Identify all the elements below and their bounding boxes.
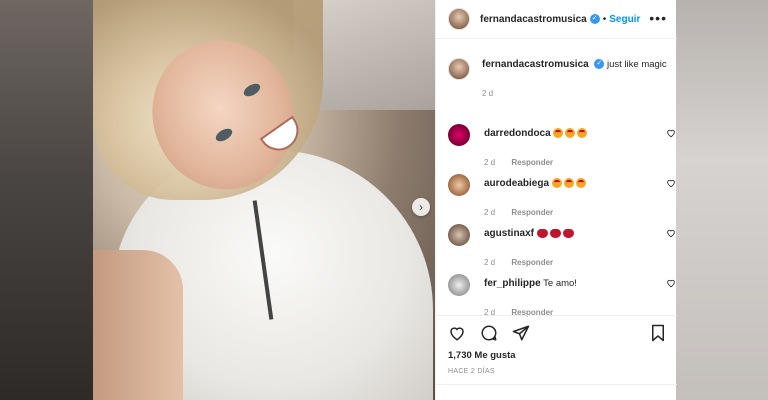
author-avatar[interactable] xyxy=(448,8,470,30)
comment-item: agustinaxf 2 d Responder xyxy=(448,224,675,267)
author-username[interactable]: fernandacastromusica xyxy=(480,14,587,25)
caption-avatar[interactable] xyxy=(448,58,470,80)
more-options-icon[interactable]: ••• xyxy=(649,10,667,26)
reply-button[interactable]: Responder xyxy=(511,158,553,167)
commenter-username[interactable]: agustinaxf xyxy=(484,228,534,239)
caption-username[interactable]: fernandacastromusica xyxy=(482,59,589,70)
commenter-avatar[interactable] xyxy=(448,174,470,196)
comment-time: 2 d xyxy=(484,158,496,167)
save-bookmark-icon[interactable] xyxy=(649,324,667,342)
commenter-avatar[interactable] xyxy=(448,274,470,296)
post-caption: fernandacastromusica ✓ just like magic 2… xyxy=(448,58,668,100)
comment-time: 2 d xyxy=(484,208,496,217)
like-comment-icon[interactable] xyxy=(666,228,676,238)
share-paper-plane-icon[interactable] xyxy=(512,324,530,342)
like-comment-icon[interactable] xyxy=(666,128,676,138)
next-photo-button[interactable]: › xyxy=(412,198,430,216)
comment-bubble-icon[interactable] xyxy=(480,324,498,342)
post-actions-bar: 1,730 Me gusta HACE 2 DÍAS xyxy=(436,315,677,400)
like-comment-icon[interactable] xyxy=(666,178,676,188)
commenter-avatar[interactable] xyxy=(448,124,470,146)
heart-eyes-emoji-icon xyxy=(551,178,588,189)
comment-item: darredondoca 2 d Responder xyxy=(448,124,675,167)
comment-time: 2 d xyxy=(484,258,496,267)
backdrop-left xyxy=(0,0,93,400)
verified-badge-icon: ✓ xyxy=(589,14,600,24)
comment-item: aurodeabiega 2 d Responder xyxy=(448,174,675,217)
post-photo[interactable] xyxy=(93,0,435,400)
likes-count[interactable]: 1,730 Me gusta xyxy=(448,350,516,361)
commenter-username[interactable]: darredondoca xyxy=(484,128,551,139)
post-side-panel: fernandacastromusica ✓ • Seguir ••• fern… xyxy=(435,0,677,400)
follow-button[interactable]: Seguir xyxy=(609,14,640,25)
like-heart-icon[interactable] xyxy=(448,324,466,342)
caption-time: 2 d xyxy=(482,89,494,98)
reply-button[interactable]: Responder xyxy=(511,258,553,267)
comment-text: Te amo! xyxy=(543,278,577,289)
add-comment-area[interactable] xyxy=(436,384,677,400)
verified-badge-icon: ✓ xyxy=(594,59,605,70)
commenter-avatar[interactable] xyxy=(448,224,470,246)
post-date: HACE 2 DÍAS xyxy=(448,368,495,375)
comment-item: fer_philippe Te amo! 2 d Responder xyxy=(448,274,675,317)
heart-eyes-emoji-icon xyxy=(553,128,589,139)
separator-dot: • xyxy=(602,13,607,25)
reply-button[interactable]: Responder xyxy=(511,208,553,217)
commenter-username[interactable]: fer_philippe xyxy=(484,278,541,289)
post-header: fernandacastromusica ✓ • Seguir ••• xyxy=(436,0,677,39)
red-heart-emoji-icon xyxy=(536,228,576,239)
backdrop-right xyxy=(676,0,768,400)
caption-text: just like magic xyxy=(607,59,667,70)
commenter-username[interactable]: aurodeabiega xyxy=(484,178,549,189)
like-comment-icon[interactable] xyxy=(666,278,676,288)
